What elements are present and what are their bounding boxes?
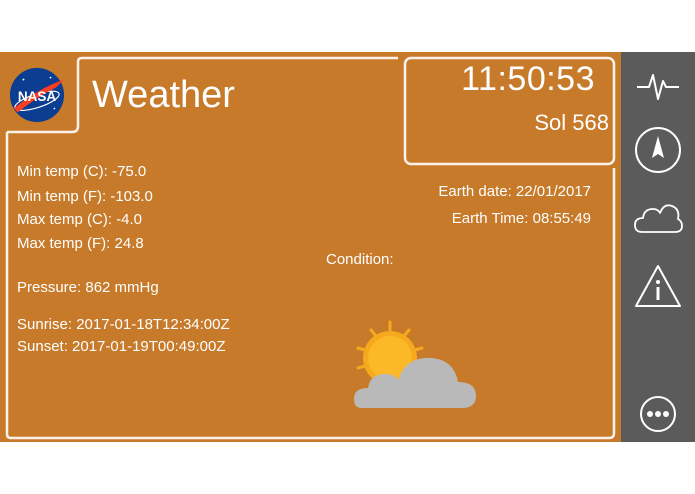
cloud-icon — [634, 204, 683, 233]
earth-date: Earth date: 22/01/2017 — [438, 183, 591, 200]
clock-time: 11:50:53 — [461, 60, 595, 98]
svg-text:NASA: NASA — [18, 89, 57, 104]
nav-pulse-button[interactable] — [632, 58, 684, 110]
app-screen: NASA Weather 11:50:53 Sol 568 Min temp (… — [0, 52, 695, 442]
compass-icon — [635, 127, 681, 173]
info-icon — [635, 265, 681, 307]
sol-number: Sol 568 — [534, 110, 609, 135]
nasa-logo: NASA — [9, 67, 65, 123]
earth-time: Earth Time: 08:55:49 — [451, 210, 591, 227]
condition-label: Condition: — [326, 251, 394, 268]
partly-cloudy-icon — [354, 320, 476, 408]
sunset: Sunset: 2017-01-19T00:49:00Z — [17, 338, 226, 355]
weather-panel: NASA Weather 11:50:53 Sol 568 Min temp (… — [0, 52, 621, 442]
sunrise: Sunrise: 2017-01-18T12:34:00Z — [17, 316, 230, 333]
max-temp-c: Max temp (C): -4.0 — [17, 211, 143, 228]
max-temp-f: Max temp (F): 24.8 — [17, 235, 144, 252]
min-temp-f: Min temp (F): -103.0 — [17, 188, 153, 205]
nav-more-button[interactable] — [632, 388, 684, 440]
page-title: Weather — [92, 74, 235, 116]
nav-weather-button[interactable] — [632, 192, 684, 244]
min-temp-c: Min temp (C): -75.0 — [17, 163, 147, 180]
more-icon — [640, 396, 676, 432]
nav-compass-button[interactable] — [632, 124, 684, 176]
side-nav — [621, 52, 695, 442]
pressure: Pressure: 862 mmHg — [17, 279, 159, 296]
nav-info-button[interactable] — [632, 260, 684, 312]
pulse-icon — [637, 74, 679, 100]
